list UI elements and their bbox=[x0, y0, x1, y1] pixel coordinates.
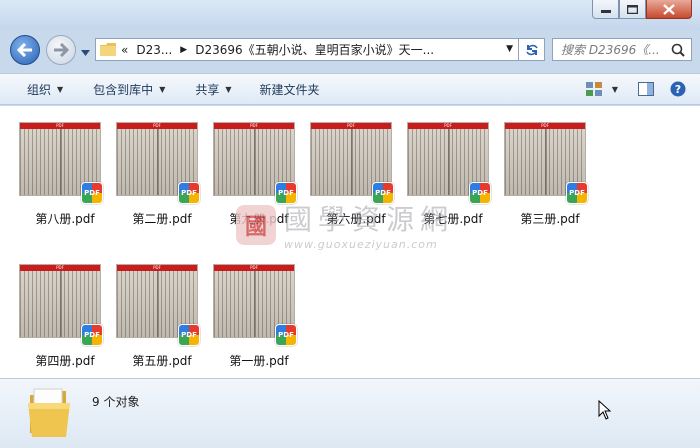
chevron-down-icon[interactable]: ▼ bbox=[612, 85, 618, 94]
minimize-icon bbox=[600, 10, 611, 13]
maximize-icon bbox=[627, 4, 638, 14]
file-name: 第三册.pdf bbox=[520, 212, 580, 226]
window-controls bbox=[592, 0, 692, 19]
refresh-icon bbox=[525, 44, 538, 55]
svg-text:?: ? bbox=[675, 83, 681, 96]
include-in-library-menu[interactable]: 包含到库中 ▼ bbox=[93, 74, 165, 104]
search-icon bbox=[671, 43, 685, 57]
arrow-right-icon bbox=[54, 43, 69, 57]
page-fold bbox=[545, 129, 547, 195]
file-item[interactable]: PDF PDF 第六册.pdf bbox=[308, 112, 404, 226]
search-input[interactable]: 搜索 D23696《... bbox=[552, 38, 692, 61]
file-item[interactable]: PDF PDF 第四册.pdf bbox=[17, 254, 113, 368]
breadcrumb-overflow[interactable]: « bbox=[121, 43, 128, 57]
recent-pages-dropdown[interactable] bbox=[81, 45, 90, 59]
mouse-cursor-icon bbox=[598, 400, 612, 420]
file-list: PDF PDF 第八册.pdf PDF PDF 第二册.pdf PDF PDF … bbox=[0, 106, 700, 378]
pdf-icon: PDF bbox=[81, 324, 103, 346]
back-button[interactable] bbox=[10, 35, 40, 65]
page-fold bbox=[448, 129, 450, 195]
organize-label: 组织 bbox=[27, 82, 52, 97]
pdf-icon: PDF bbox=[178, 182, 200, 204]
minimize-button[interactable] bbox=[592, 0, 619, 19]
new-folder-label: 新建文件夹 bbox=[259, 82, 320, 97]
close-icon bbox=[663, 3, 675, 15]
chevron-down-icon: ▼ bbox=[159, 84, 166, 94]
help-icon: ? bbox=[670, 81, 686, 97]
file-name: 第八册.pdf bbox=[35, 212, 95, 226]
title-bar bbox=[0, 0, 700, 30]
file-name: 第六册.pdf bbox=[326, 212, 386, 226]
share-menu[interactable]: 共享 ▼ bbox=[195, 74, 231, 104]
close-button[interactable] bbox=[646, 0, 692, 19]
share-label: 共享 bbox=[195, 82, 220, 97]
file-item[interactable]: PDF PDF 第九册.pdf bbox=[211, 112, 307, 226]
page-fold bbox=[254, 129, 256, 195]
chevron-down-icon: ▼ bbox=[225, 84, 232, 94]
folder-icon bbox=[100, 43, 116, 56]
breadcrumb-separator-icon[interactable]: ▶ bbox=[180, 45, 187, 55]
pdf-icon: PDF bbox=[178, 324, 200, 346]
forward-button[interactable] bbox=[46, 35, 76, 65]
page-fold bbox=[157, 129, 159, 195]
file-item[interactable]: PDF PDF 第一册.pdf bbox=[211, 254, 307, 368]
pdf-icon: PDF bbox=[469, 182, 491, 204]
page-fold bbox=[60, 271, 62, 337]
file-item[interactable]: PDF PDF 第七册.pdf bbox=[405, 112, 501, 226]
pdf-icon: PDF bbox=[275, 182, 297, 204]
file-item[interactable]: PDF PDF 第二册.pdf bbox=[114, 112, 210, 226]
new-folder-button[interactable]: 新建文件夹 bbox=[260, 74, 320, 104]
file-name: 第七册.pdf bbox=[423, 212, 483, 226]
refresh-button[interactable] bbox=[519, 38, 545, 61]
breadcrumb: « D23... ▶ D23696《五朝小说、皇明百家小说》天一... bbox=[121, 41, 434, 58]
address-dropdown-button[interactable]: ▼ bbox=[506, 44, 513, 54]
page-fold bbox=[60, 129, 62, 195]
include-library-label: 包含到库中 bbox=[93, 82, 154, 97]
file-item[interactable]: PDF PDF 第五册.pdf bbox=[114, 254, 210, 368]
pdf-icon: PDF bbox=[566, 182, 588, 204]
preview-pane-icon bbox=[638, 82, 654, 96]
file-name: 第五册.pdf bbox=[132, 354, 192, 368]
pdf-icon: PDF bbox=[275, 324, 297, 346]
page-fold bbox=[254, 271, 256, 337]
arrow-left-icon bbox=[17, 43, 32, 57]
chevron-down-icon: ▼ bbox=[57, 84, 64, 94]
address-row: « D23... ▶ D23696《五朝小说、皇明百家小说》天一... ▼ 搜索… bbox=[0, 32, 700, 68]
page-fold bbox=[157, 271, 159, 337]
address-bar[interactable]: « D23... ▶ D23696《五朝小说、皇明百家小说》天一... ▼ bbox=[95, 38, 519, 61]
organize-menu[interactable]: 组织 ▼ bbox=[27, 74, 63, 104]
details-pane: 9 个对象 bbox=[0, 378, 700, 448]
file-item[interactable]: PDF PDF 第八册.pdf bbox=[17, 112, 113, 226]
change-view-button[interactable]: ▼ bbox=[585, 74, 618, 104]
maximize-button[interactable] bbox=[619, 0, 646, 19]
pdf-icon: PDF bbox=[81, 182, 103, 204]
page-fold bbox=[351, 129, 353, 195]
chevron-down-icon bbox=[81, 50, 90, 56]
item-count: 9 个对象 bbox=[92, 395, 140, 409]
file-name: 第一册.pdf bbox=[229, 354, 289, 368]
file-name: 第二册.pdf bbox=[132, 212, 192, 226]
file-name: 第九册.pdf bbox=[229, 212, 289, 226]
command-bar: 组织 ▼ 包含到库中 ▼ 共享 ▼ 新建文件夹 ▼ ? bbox=[0, 73, 700, 105]
watermark-url: www.guoxueziyuan.com bbox=[284, 238, 438, 251]
help-button[interactable]: ? bbox=[670, 74, 686, 104]
search-placeholder: 搜索 D23696《... bbox=[561, 43, 660, 57]
pdf-icon: PDF bbox=[372, 182, 394, 204]
folder-icon bbox=[28, 388, 70, 437]
file-item[interactable]: PDF PDF 第三册.pdf bbox=[502, 112, 598, 226]
file-name: 第四册.pdf bbox=[35, 354, 95, 368]
breadcrumb-item-parent[interactable]: D23... bbox=[136, 43, 172, 57]
view-grid-icon bbox=[585, 82, 602, 96]
preview-pane-button[interactable] bbox=[638, 74, 654, 104]
breadcrumb-item-current[interactable]: D23696《五朝小说、皇明百家小说》天一... bbox=[195, 41, 434, 58]
toolbar-right: ▼ ? bbox=[585, 74, 700, 104]
